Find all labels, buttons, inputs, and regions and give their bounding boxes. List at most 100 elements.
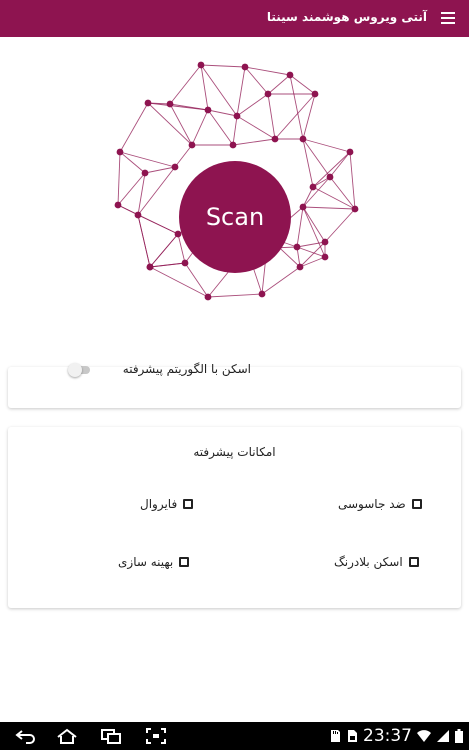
network-node	[134, 211, 142, 219]
network-link	[117, 151, 121, 206]
network-link	[289, 74, 304, 140]
menu-icon[interactable]	[441, 12, 455, 24]
network-link	[200, 64, 246, 68]
network-node	[171, 163, 179, 171]
back-icon[interactable]	[14, 728, 36, 744]
advanced-features-card: امکانات پیشرفته ضد جاسوسی فایروال اسکن ب…	[8, 427, 461, 608]
optimize-label: بهینه سازی	[118, 555, 174, 569]
network-node	[146, 263, 154, 271]
network-node	[311, 90, 319, 98]
network-link	[169, 103, 193, 146]
network-link	[329, 176, 356, 210]
network-link	[174, 144, 193, 168]
signal-icon	[437, 730, 449, 742]
network-link	[236, 115, 276, 140]
clock-time: 23:37	[363, 726, 412, 746]
network-node	[293, 243, 301, 251]
network-link	[302, 206, 326, 258]
app-screen: { "app": { "title": "آنتی ویروس هوشمند س…	[0, 0, 469, 750]
network-link	[261, 266, 301, 295]
recent-apps-icon[interactable]	[100, 728, 122, 744]
network-link	[169, 64, 202, 105]
home-icon[interactable]	[56, 728, 78, 744]
network-link	[117, 172, 146, 206]
optimize-checkbox[interactable]: بهینه سازی	[118, 555, 190, 569]
network-link	[137, 214, 151, 268]
scan-hero: Scan	[0, 37, 469, 327]
network-link	[144, 166, 176, 174]
network-link	[119, 102, 149, 153]
network-link	[296, 206, 304, 248]
checkbox-icon	[408, 557, 419, 567]
network-link	[200, 64, 209, 111]
network-link	[244, 66, 269, 95]
screenshot-icon[interactable]	[145, 728, 167, 744]
network-link	[324, 208, 356, 243]
network-node	[321, 238, 329, 246]
network-link	[191, 109, 209, 146]
network-link	[236, 93, 269, 117]
network-node	[116, 148, 124, 156]
network-node	[286, 71, 294, 79]
sim-icon	[348, 730, 357, 742]
network-link	[302, 206, 356, 210]
network-node	[296, 263, 304, 271]
network-link	[302, 176, 331, 208]
network-node	[188, 141, 196, 149]
checkbox-icon	[179, 557, 190, 567]
battery-icon	[455, 729, 463, 743]
checkbox-icon	[411, 499, 422, 509]
network-link	[207, 293, 263, 298]
network-link	[207, 109, 238, 117]
network-node	[204, 293, 212, 301]
network-node	[271, 135, 279, 143]
network-link	[267, 74, 291, 95]
sdcard-icon	[331, 730, 340, 742]
network-link	[299, 256, 326, 268]
network-link	[329, 151, 351, 178]
network-link	[236, 66, 246, 117]
network-link	[312, 186, 356, 210]
network-link	[232, 138, 276, 146]
network-link	[184, 262, 209, 298]
network-link	[169, 103, 209, 111]
network-link	[147, 102, 193, 146]
firewall-label: فایروال	[140, 497, 178, 511]
network-link	[302, 206, 326, 243]
network-node	[141, 169, 149, 177]
network-link	[244, 66, 291, 76]
network-node	[264, 90, 272, 98]
wifi-icon	[417, 730, 431, 742]
network-link	[149, 233, 179, 268]
network-node	[166, 100, 174, 108]
network-link	[207, 109, 234, 146]
network-link	[312, 151, 351, 188]
network-node	[351, 205, 359, 213]
toggle-knob	[68, 363, 82, 377]
checkbox-icon	[183, 499, 194, 509]
network-node	[233, 112, 241, 120]
network-link	[349, 151, 356, 210]
advanced-scan-toggle[interactable]	[68, 363, 90, 377]
advanced-scan-label: اسکن با الگوریتم پیشرفته	[122, 362, 251, 376]
network-node	[326, 173, 334, 181]
network-node	[309, 183, 317, 191]
network-link	[137, 172, 146, 216]
network-node	[197, 61, 205, 69]
network-link	[267, 93, 276, 140]
network-node	[299, 135, 307, 143]
network-link	[149, 262, 186, 268]
network-node	[144, 99, 152, 107]
realtime-scan-checkbox[interactable]: اسکن بلادرنگ	[334, 555, 419, 569]
firewall-checkbox[interactable]: فایروال	[140, 497, 194, 511]
network-node	[346, 148, 354, 156]
scan-button[interactable]: Scan	[179, 161, 291, 273]
network-node	[299, 203, 307, 211]
network-link	[232, 115, 238, 146]
antispy-checkbox[interactable]: ضد جاسوسی	[338, 497, 422, 511]
network-node	[181, 259, 189, 267]
features-title: امکانات پیشرفته	[193, 445, 276, 459]
network-node	[114, 201, 122, 209]
status-area: 23:37	[329, 726, 463, 746]
network-link	[149, 266, 209, 298]
